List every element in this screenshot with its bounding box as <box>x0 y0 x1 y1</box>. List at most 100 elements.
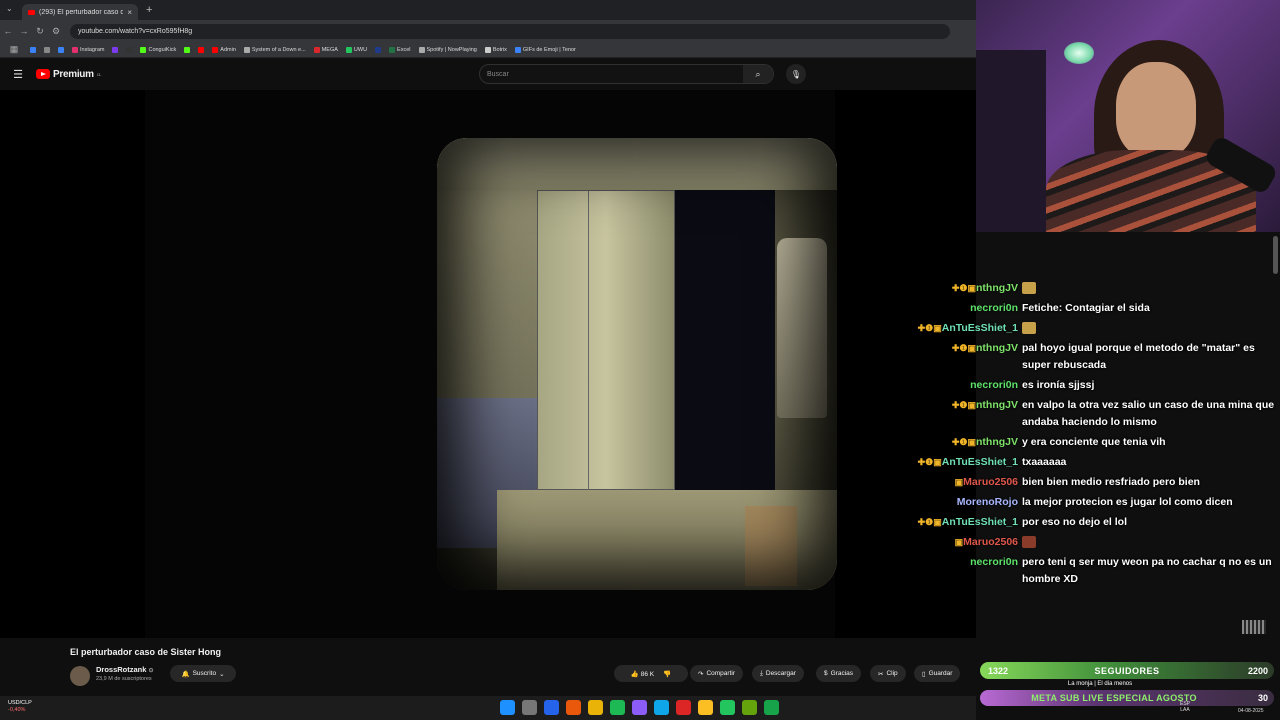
chat-badges-icon: ✚❶▣ <box>917 517 942 527</box>
bookmark-item[interactable]: UWU <box>345 46 367 53</box>
browser-tab[interactable]: (293) El perturbador caso d × <box>22 4 138 20</box>
close-tab-icon[interactable]: × <box>127 8 132 17</box>
subscriber-count: 23,9 M de suscriptores <box>96 676 152 682</box>
share-icon: ↷ <box>698 670 704 678</box>
video-frame-bedroom[interactable] <box>437 138 837 590</box>
chat-text: y era conciente que tenia vih <box>1022 434 1280 451</box>
taskbar-app-icon[interactable] <box>522 700 537 715</box>
bookmark-favicon-icon <box>313 46 320 53</box>
video-meta-area <box>0 638 976 690</box>
bookmark-favicon-icon <box>44 46 50 53</box>
chat-badges-icon: ✚❶▣ <box>951 437 976 447</box>
stock-ticker-widget[interactable]: USD/CLP -0,40% <box>8 700 32 714</box>
url-field[interactable]: youtube.com/watch?v=cxRo595fH8g <box>70 23 950 39</box>
chat-message: ✚❶▣AnTuEsShiet_1 <box>900 320 1280 337</box>
chat-message: ✚❶▣nthngJV pal hoyo igual porque el metod… <box>900 340 1280 374</box>
taskbar-app-icon[interactable] <box>632 700 647 715</box>
taskbar-app-icon[interactable] <box>566 700 581 715</box>
channel-name[interactable]: DrossRotzank ⊙ <box>96 665 154 674</box>
bookmark-item[interactable] <box>30 46 36 53</box>
youtube-logo[interactable]: Premium CL <box>36 69 101 80</box>
taskbar-app-icon[interactable] <box>698 700 713 715</box>
bookmark-item[interactable] <box>126 46 133 53</box>
chat-username: necrori0n <box>970 379 1018 391</box>
save-button[interactable]: ▯ Guardar <box>914 665 961 682</box>
dislike-button[interactable]: 👎 <box>663 670 671 678</box>
search-icon[interactable]: ⌕ <box>743 65 773 83</box>
bookmark-item[interactable]: Botrix <box>484 46 507 53</box>
bookmark-item[interactable] <box>184 46 191 53</box>
taskbar-app-icon[interactable] <box>742 700 757 715</box>
download-button[interactable]: ⤓ Descargar <box>752 665 804 682</box>
reload-icon[interactable]: ↻ <box>32 26 48 37</box>
ticker-name: USD/CLP <box>8 700 32 706</box>
followers-current: 1322 <box>987 665 1009 676</box>
tab-search-icon[interactable]: ⌄ <box>6 4 13 13</box>
taskbar-app-icon[interactable] <box>544 700 559 715</box>
followers-goal-bar: 1322 SEGUIDORES 2200 <box>980 662 1274 679</box>
bookmark-favicon-icon <box>243 46 250 53</box>
chat-text: la mejor protecion es jugar lol como dic… <box>1022 494 1280 511</box>
share-button[interactable]: ↷ Compartir <box>690 665 743 682</box>
chat-author: ✚❶▣nthngJV <box>900 340 1022 357</box>
bookmark-item[interactable]: Instagram <box>72 46 104 53</box>
bookmark-label: Excel <box>397 46 411 53</box>
taskbar-app-icon[interactable] <box>610 700 625 715</box>
chat-author: necrori0n <box>900 377 1022 394</box>
taskbar-app-icon[interactable] <box>500 700 515 715</box>
chat-text: en valpo la otra vez salio un caso de un… <box>1022 397 1280 431</box>
bookmarks-bar: ▦ Instagram ConguiKick Admin System of a Do… <box>0 42 976 58</box>
bookmark-item[interactable]: Spotify | NowPlaying <box>418 46 477 53</box>
bookmark-item[interactable] <box>112 46 119 53</box>
scissors-icon: ✂ <box>878 670 884 678</box>
bookmark-item[interactable] <box>198 46 205 53</box>
back-icon[interactable]: ← <box>0 26 16 36</box>
taskbar-app-icon[interactable] <box>654 700 669 715</box>
thanks-button[interactable]: $ Gracias <box>816 665 862 682</box>
chat-badges-icon: ▣ <box>954 477 964 487</box>
bookmark-item[interactable]: GIFs de Emoji | Tenor <box>514 46 576 53</box>
channel-avatar[interactable] <box>70 666 90 686</box>
bookmark-item[interactable]: MEGA <box>313 46 338 53</box>
chat-text-content: por eso no dejo el lol <box>1022 516 1128 528</box>
site-info-icon[interactable]: ⚙ <box>48 26 64 37</box>
bookmark-favicon-icon <box>389 46 396 53</box>
bookmark-item[interactable]: System of a Down e... <box>243 46 306 53</box>
thanks-icon: $ <box>824 670 828 677</box>
chat-emote-icon <box>1022 282 1036 295</box>
taskbar-apps <box>500 700 779 715</box>
like-button[interactable]: 👍 86 K <box>631 670 654 678</box>
taskbar-app-icon[interactable] <box>676 700 691 715</box>
bookmark-item[interactable] <box>44 46 50 53</box>
bookmark-item[interactable]: Excel <box>389 46 411 53</box>
subscribe-button[interactable]: 🔔 Suscrito ⌄ <box>170 665 236 682</box>
page-scrollbar[interactable] <box>1273 236 1278 274</box>
forward-icon[interactable]: → <box>16 26 32 36</box>
chat-username: nthngJV <box>976 282 1018 294</box>
bookmark-favicon-icon <box>58 46 64 53</box>
new-tab-button[interactable]: + <box>146 4 152 16</box>
chat-author: ✚❶▣nthngJV <box>900 397 1022 414</box>
taskbar-app-icon[interactable] <box>588 700 603 715</box>
chat-text: es ironía sjjssj <box>1022 377 1280 394</box>
taskbar-app-icon[interactable] <box>720 700 735 715</box>
chat-author: MorenoRojo <box>900 494 1022 511</box>
sub-goal-target: 30 <box>1257 693 1268 703</box>
chat-text-content: pal hoyo igual porque el metodo de "mata… <box>1022 342 1255 371</box>
bookmark-favicon-icon <box>514 46 521 53</box>
bookmark-item[interactable] <box>58 46 64 53</box>
chat-username: AnTuEsShiet_1 <box>941 322 1018 334</box>
bookmark-item[interactable]: Admin <box>212 46 236 53</box>
language-indicator[interactable]: ESP LAA <box>1180 701 1190 713</box>
bookmark-item[interactable] <box>375 46 382 53</box>
clip-button[interactable]: ✂ Clip <box>870 665 906 682</box>
bookmark-item[interactable]: ConguiKick <box>140 46 176 53</box>
microphone-icon[interactable]: 🎙 <box>786 64 806 84</box>
chat-author: ✚❶▣AnTuEsShiet_1 <box>900 320 1022 337</box>
bookmark-favicon-icon <box>112 46 119 53</box>
taskbar-app-icon[interactable] <box>764 700 779 715</box>
menu-icon[interactable]: ☰ <box>0 68 36 81</box>
search-box[interactable]: Buscar ⌕ <box>479 64 774 84</box>
bookmark-favicon-icon <box>72 46 78 53</box>
apps-grid-icon[interactable]: ▦ <box>6 44 22 55</box>
